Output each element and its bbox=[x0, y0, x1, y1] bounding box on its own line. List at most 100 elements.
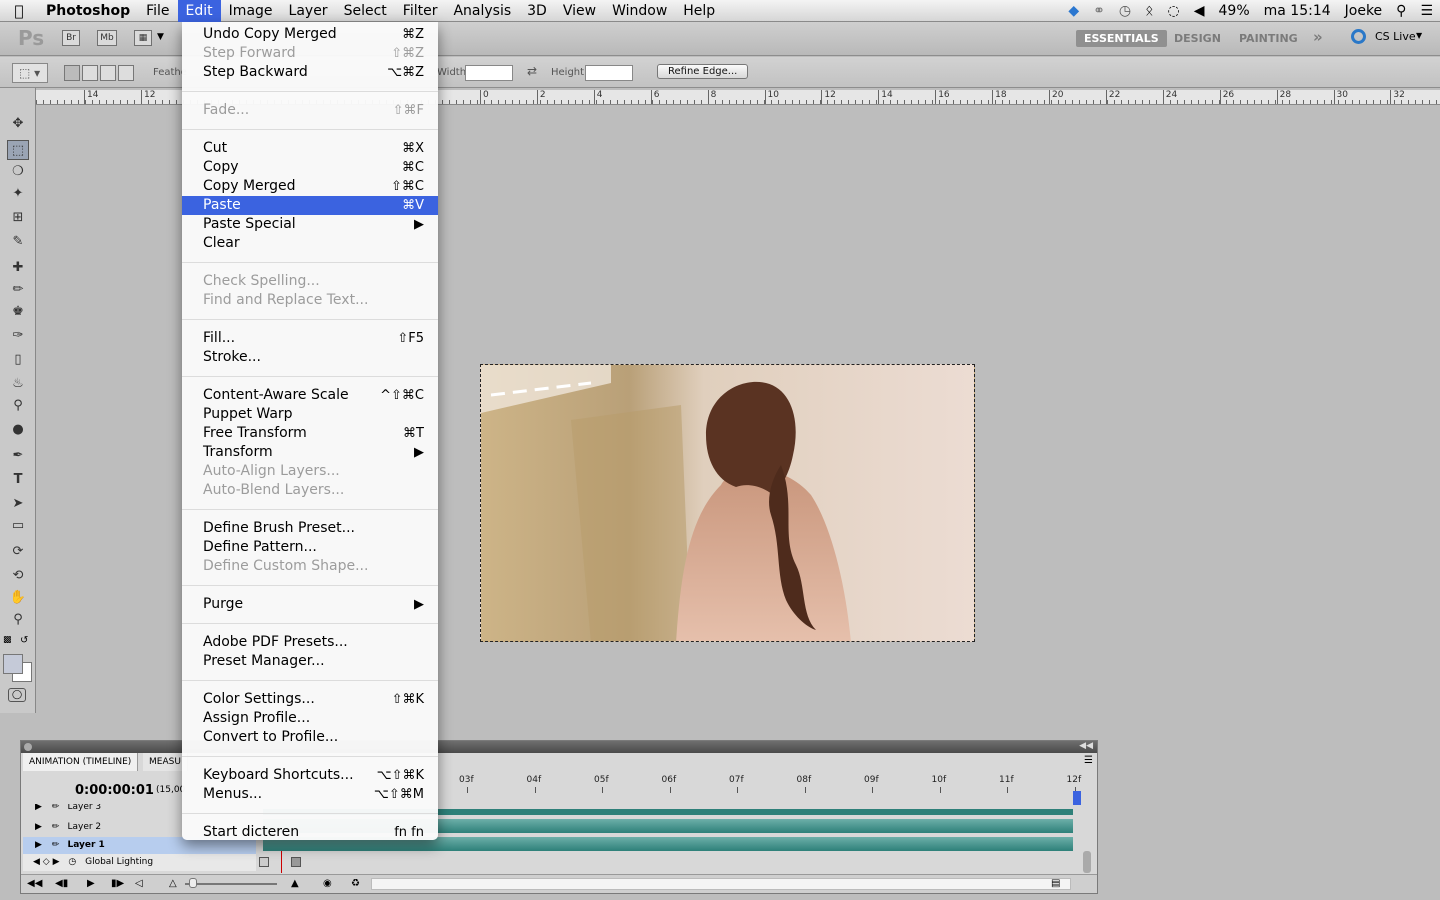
menu-view[interactable]: View bbox=[555, 0, 604, 22]
workspace-design[interactable]: DESIGN bbox=[1174, 32, 1221, 45]
subtract-selection-icon[interactable] bbox=[100, 65, 116, 81]
menu-item-undo-copy-merged[interactable]: Undo Copy Merged ⌘Z bbox=[182, 25, 438, 44]
wifi-icon[interactable]: ◌ bbox=[1161, 3, 1187, 19]
tab-animation-timeline[interactable]: ANIMATION (TIMELINE) bbox=[23, 753, 139, 771]
close-icon[interactable] bbox=[24, 743, 32, 751]
menu-item-fill[interactable]: Fill... ⇧F5 bbox=[182, 329, 438, 348]
play-icon[interactable]: ▶ bbox=[87, 875, 95, 893]
burn-tool-icon[interactable]: ● bbox=[7, 420, 29, 440]
3d-rotate-tool-icon[interactable]: ⟳ bbox=[7, 542, 29, 562]
menu-edit[interactable]: Edit bbox=[177, 0, 221, 22]
eraser-tool-icon[interactable]: ▯ bbox=[7, 350, 29, 370]
menu-app-name[interactable]: Photoshop bbox=[38, 0, 138, 22]
workspace-painting[interactable]: PAINTING bbox=[1239, 32, 1298, 45]
time-machine-icon[interactable]: ◷ bbox=[1112, 3, 1138, 19]
spotlight-icon[interactable]: ⚲ bbox=[1389, 3, 1413, 19]
zoom-slider[interactable] bbox=[185, 883, 277, 885]
swap-colors-icon[interactable]: ↺ bbox=[20, 635, 28, 646]
menu-item-auto-align-layers[interactable]: Auto-Align Layers... bbox=[182, 462, 438, 481]
eyedropper-tool-icon[interactable]: ✎ bbox=[7, 232, 29, 252]
previous-frame-icon[interactable]: ◀▮ bbox=[55, 875, 68, 893]
dodge-tool-icon[interactable]: ⚲ bbox=[7, 396, 29, 416]
notification-list-icon[interactable]: ☰ bbox=[1413, 3, 1440, 19]
menu-item-paste[interactable]: Paste ⌘V bbox=[182, 196, 438, 215]
lasso-tool-icon[interactable]: ❍ bbox=[7, 162, 29, 182]
quick-mask-icon[interactable]: ◯ bbox=[8, 688, 26, 702]
keyframe-nav-icon[interactable]: ◀ ◇ ▶ bbox=[33, 857, 60, 867]
menu-item-content-aware-scale[interactable]: Content-Aware Scale ^⇧⌘C bbox=[182, 386, 438, 405]
menu-layer[interactable]: Layer bbox=[281, 0, 336, 22]
menu-item-copy[interactable]: Copy ⌘C bbox=[182, 158, 438, 177]
menu-item-puppet-warp[interactable]: Puppet Warp bbox=[182, 405, 438, 424]
volume-icon[interactable]: ◀ bbox=[1187, 3, 1212, 19]
menu-item-stroke[interactable]: Stroke... bbox=[182, 348, 438, 367]
menu-analysis[interactable]: Analysis bbox=[445, 0, 519, 22]
convert-to-frames-icon[interactable]: ▤ bbox=[1051, 875, 1060, 893]
work-area-end-handle[interactable] bbox=[1073, 791, 1081, 805]
cs-live-button[interactable]: CS Live bbox=[1375, 30, 1416, 43]
chevron-down-icon[interactable]: ▼ bbox=[157, 32, 164, 42]
menu-item-color-settings[interactable]: Color Settings... ⇧⌘K bbox=[182, 690, 438, 709]
panel-menu-icon[interactable]: ☰ bbox=[1084, 755, 1093, 766]
height-input[interactable] bbox=[585, 65, 633, 81]
clock[interactable]: ma 15:14 bbox=[1257, 3, 1338, 19]
user-name[interactable]: Joeke bbox=[1338, 3, 1390, 19]
menu-item-assign-profile[interactable]: Assign Profile... bbox=[182, 709, 438, 728]
width-input[interactable] bbox=[465, 65, 513, 81]
intersect-selection-icon[interactable] bbox=[118, 65, 134, 81]
menu-item-keyboard-shortcuts[interactable]: Keyboard Shortcuts... ⌥⇧⌘K bbox=[182, 766, 438, 785]
brush-tool-icon[interactable]: ✏ bbox=[7, 280, 29, 300]
menu-file[interactable]: File bbox=[138, 0, 177, 22]
delete-icon[interactable]: ♻ bbox=[351, 875, 360, 893]
menu-item-define-brush-preset[interactable]: Define Brush Preset... bbox=[182, 519, 438, 538]
onion-skin-icon[interactable]: ◉ bbox=[323, 875, 332, 893]
menu-item-clear[interactable]: Clear bbox=[182, 234, 438, 253]
canvas-image[interactable] bbox=[480, 364, 975, 642]
menu-item-preset-manager[interactable]: Preset Manager... bbox=[182, 652, 438, 671]
cs-live-icon[interactable] bbox=[1351, 29, 1366, 44]
view-extras-icon[interactable]: ▦ bbox=[134, 30, 152, 46]
menu-item-auto-blend-layers[interactable]: Auto-Blend Layers... bbox=[182, 481, 438, 500]
healing-brush-tool-icon[interactable]: ✚ bbox=[7, 258, 29, 278]
hand-tool-icon[interactable]: ✋ bbox=[7, 588, 29, 608]
menu-3d[interactable]: 3D bbox=[519, 0, 555, 22]
zoom-tool-icon[interactable]: ⚲ bbox=[7, 610, 29, 630]
vertical-scrollbar[interactable] bbox=[1083, 851, 1091, 873]
menu-item-check-spelling[interactable]: Check Spelling... bbox=[182, 272, 438, 291]
menu-image[interactable]: Image bbox=[221, 0, 281, 22]
pen-tool-icon[interactable]: ✒ bbox=[7, 446, 29, 466]
menu-item-start-dicteren[interactable]: Start dicteren fn fn bbox=[182, 823, 438, 842]
menu-item-find-and-replace-text[interactable]: Find and Replace Text... bbox=[182, 291, 438, 310]
expand-arrow-icon[interactable]: ▶ bbox=[35, 804, 42, 812]
battery-status[interactable]: 49% bbox=[1212, 3, 1257, 19]
bluetooth-icon[interactable]: ᛟ bbox=[1138, 3, 1160, 19]
zoom-in-icon[interactable]: ▲ bbox=[291, 875, 299, 893]
3d-orbit-tool-icon[interactable]: ⟲ bbox=[7, 566, 29, 586]
cs-live-chevron-icon[interactable]: ▼ bbox=[1416, 31, 1422, 40]
menu-help[interactable]: Help bbox=[675, 0, 723, 22]
menu-item-define-custom-shape[interactable]: Define Custom Shape... bbox=[182, 557, 438, 576]
sync-icon[interactable]: ⚭ bbox=[1086, 3, 1112, 19]
swap-icon[interactable]: ⇄ bbox=[527, 64, 537, 78]
collapse-icon[interactable]: ◀◀ bbox=[1079, 741, 1093, 751]
paint-bucket-tool-icon[interactable]: ♨ bbox=[7, 374, 29, 394]
move-tool-icon[interactable]: ✥ bbox=[7, 114, 29, 134]
add-selection-icon[interactable] bbox=[82, 65, 98, 81]
marquee-tool-icon[interactable]: ⬚ bbox=[7, 140, 29, 160]
default-colors-icon[interactable]: ▩ bbox=[3, 635, 12, 645]
foreground-color-swatch[interactable] bbox=[3, 654, 23, 674]
bridge-button[interactable]: Br bbox=[62, 30, 80, 46]
menu-item-adobe-pdf-presets[interactable]: Adobe PDF Presets... bbox=[182, 633, 438, 652]
menu-filter[interactable]: Filter bbox=[395, 0, 446, 22]
menu-item-transform[interactable]: Transform ▶ bbox=[182, 443, 438, 462]
type-tool-icon[interactable]: T bbox=[7, 470, 29, 490]
path-selection-tool-icon[interactable]: ➤ bbox=[7, 494, 29, 514]
apple-icon[interactable]:  bbox=[0, 0, 38, 22]
menu-item-menus[interactable]: Menus... ⌥⇧⌘M bbox=[182, 785, 438, 804]
stopwatch-icon[interactable]: ◷ bbox=[68, 857, 76, 867]
keyframe-marker[interactable] bbox=[259, 857, 269, 867]
mini-bridge-button[interactable]: Mb bbox=[97, 30, 117, 46]
rectangle-tool-icon[interactable]: ▭ bbox=[7, 516, 29, 536]
first-frame-icon[interactable]: ◀◀ bbox=[27, 875, 42, 893]
menu-window[interactable]: Window bbox=[604, 0, 675, 22]
